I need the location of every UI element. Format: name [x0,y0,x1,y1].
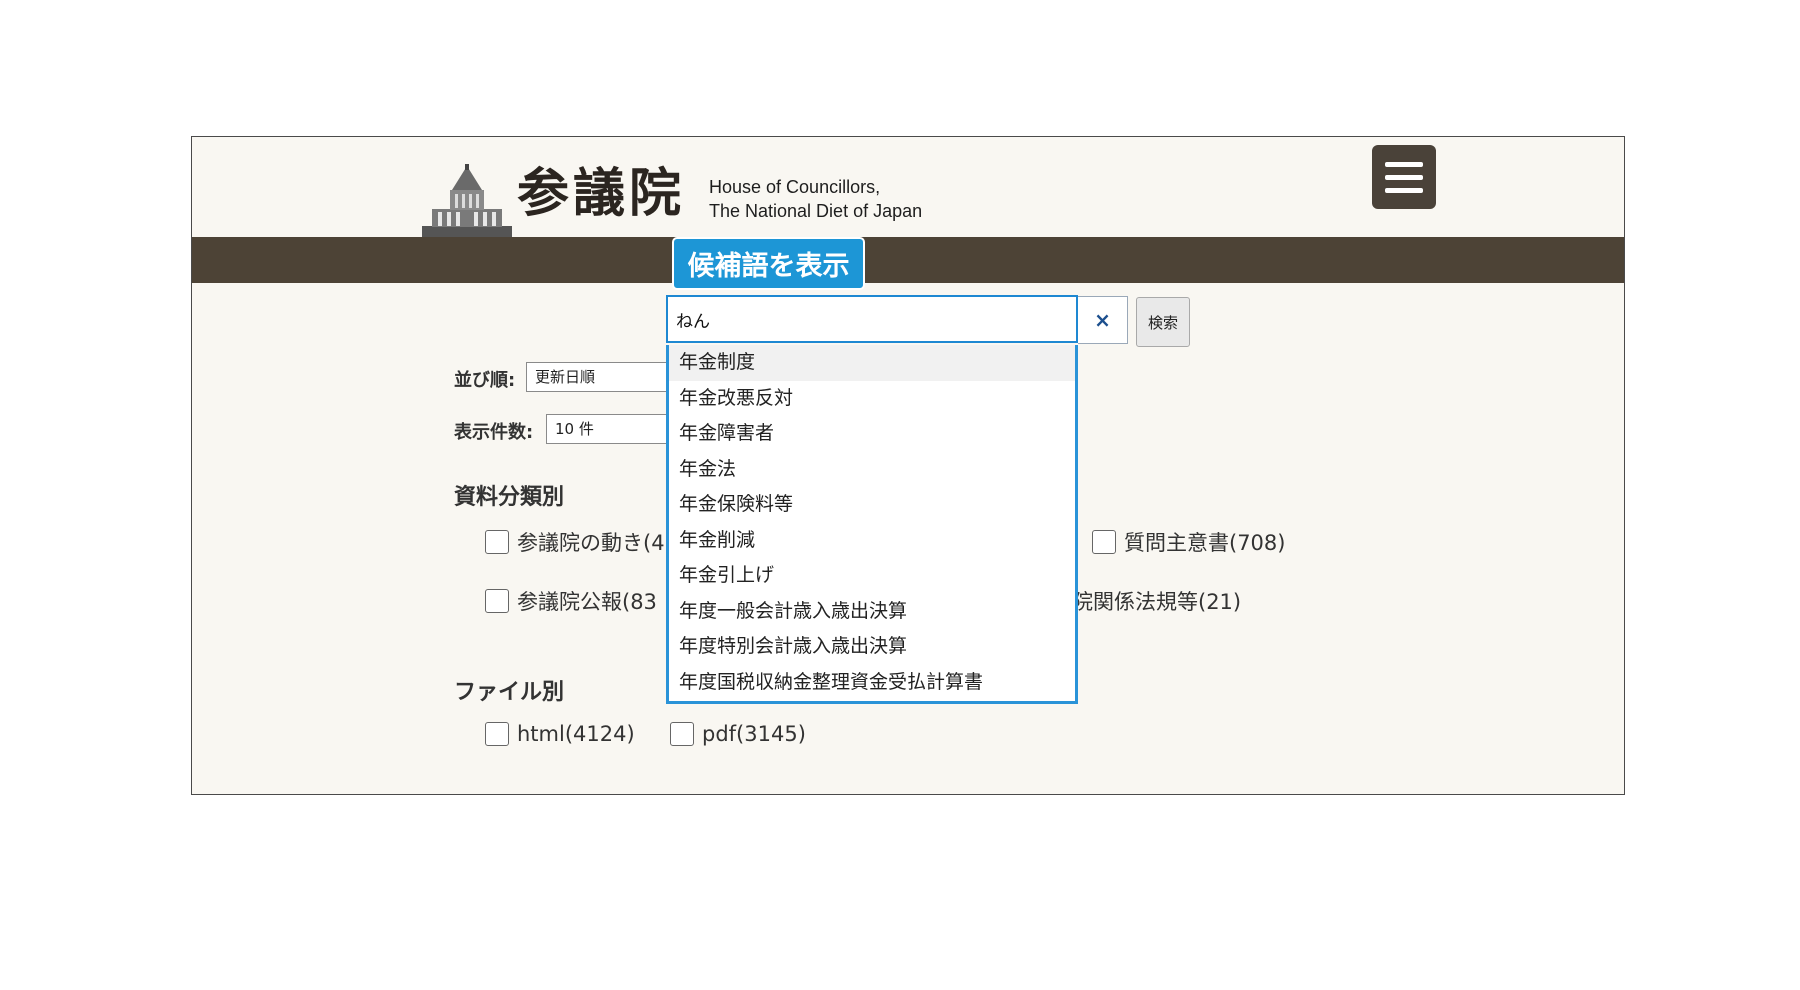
logo-english-title: House of Councillors, The National Diet … [709,175,922,223]
checkbox-label: 院関係法規等(21) [1072,590,1242,614]
file-filter-item: html(4124) [485,722,635,746]
logo-kanji-title: 参議院 [517,163,686,224]
sort-select[interactable]: 更新日順 [526,362,676,392]
logo-english-line2: The National Diet of Japan [709,201,923,221]
material-section-title: 資料分類別 [454,485,565,510]
search-box: × [666,295,1128,345]
browser-frame: 参議院 House of Councillors, The National D… [191,136,1625,795]
material-filter-item: 質問主意書(708) [1092,527,1285,557]
count-select[interactable]: 10 件 [546,414,676,444]
checkbox[interactable] [485,722,509,746]
checkbox[interactable] [670,722,694,746]
checkbox-label: html(4124) [517,722,635,746]
menu-bar [1385,161,1423,167]
sort-label: 並び順: [454,370,516,391]
suggestion-item[interactable]: 年金引上げ [669,558,1075,594]
checkbox-label: 質問主意書(708) [1124,531,1286,555]
search-input[interactable] [666,295,1078,343]
material-filter-item: 院関係法規等(21) [1072,586,1241,616]
checkbox[interactable] [1092,530,1116,554]
search-button[interactable]: 検索 [1136,297,1190,347]
material-filter-item: 参議院の動き(4 [485,527,665,557]
menu-bar [1385,174,1423,180]
clear-icon[interactable]: × [1078,296,1128,344]
header-band [192,237,1624,283]
suggestion-item[interactable]: 年度一般会計歳入歳出決算 [669,594,1075,630]
suggestion-item[interactable]: 年度特別会計歳入歳出決算 [669,629,1075,665]
checkbox[interactable] [485,589,509,613]
checkbox-label: pdf(3145) [702,722,806,746]
suggestion-item[interactable]: 年金削減 [669,523,1075,559]
diet-building-icon [422,164,512,239]
material-filter-item: 参議院公報(83 [485,586,657,616]
callout-label: 候補語を表示 [672,237,865,290]
file-filter-item: pdf(3145) [670,722,806,746]
suggestion-item[interactable]: 年金制度 [669,345,1075,381]
logo-english-line1: House of Councillors, [709,177,881,197]
count-label: 表示件数: [454,422,534,443]
site-logo[interactable]: 参議院 House of Councillors, The National D… [422,159,1022,239]
file-section-title: ファイル別 [454,680,565,705]
suggestion-item[interactable]: 年度国税収納金整理資金受払計算書 [669,665,1075,701]
hamburger-menu-icon[interactable] [1372,145,1436,209]
suggestion-item[interactable]: 年金障害者 [669,416,1075,452]
suggestion-item[interactable]: 年金法 [669,452,1075,488]
checkbox-label: 参議院公報(83 [517,590,657,614]
suggestion-list: 年金制度 年金改悪反対 年金障害者 年金法 年金保険料等 年金削減 年金引上げ … [666,345,1078,704]
checkbox-label: 参議院の動き(4 [517,531,665,555]
checkbox[interactable] [485,530,509,554]
suggestion-item[interactable]: 年金保険料等 [669,487,1075,523]
suggestion-item[interactable]: 年金改悪反対 [669,381,1075,417]
menu-bar [1385,187,1423,193]
